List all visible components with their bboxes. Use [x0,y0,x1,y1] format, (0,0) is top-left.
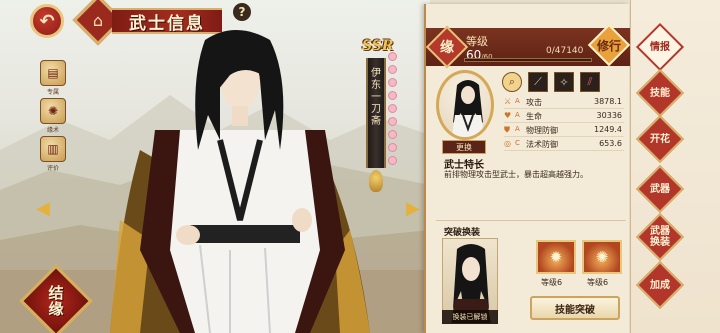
stat-row-attack: ⚔ A 攻击 3878.1 [504,96,624,109]
petal-icon [388,156,397,165]
petal-icon [388,52,397,61]
bond-label-line1: 结 [48,284,64,302]
tab-weapon-label[interactable]: 武器 [641,170,679,208]
petal-icon [388,117,397,126]
tab-info-label[interactable]: 情报 [641,28,679,66]
stat-value: 653.6 [599,139,622,148]
skill-level-1: 等级6 [541,278,563,287]
petal-icon [388,78,397,87]
costume-break-title: 突破换装 [444,228,481,238]
flame-icon: ✹ [549,248,563,266]
slash-icon[interactable]: ✧ [554,72,574,92]
stat-name: 生命 [526,112,542,121]
samurai-illustration [110,30,370,333]
star-petals [388,52,398,182]
fate-badge-label: 缘 [440,40,454,56]
bond-label-line2: 缘 [48,300,64,318]
review-label: 评价 [46,165,59,172]
exclusive-label: 专属 [46,89,59,96]
petal-icon [388,104,397,113]
sword-icon[interactable]: ⟋ [528,72,548,92]
stat-row-magic-def: ◎ C 法术防御 653.6 [504,138,624,151]
petal-icon [388,91,397,100]
portrait-illustration [451,80,485,137]
tab-skills-label[interactable]: 技能 [641,74,679,112]
fate-art-label: 缘术 [46,127,59,134]
book-icon: ▥ [47,142,59,156]
stat-name: 攻击 [526,98,542,107]
stat-value: 1249.4 [594,125,622,134]
magic-shield-icon: ◎ [504,139,511,148]
tassel-ornament [369,170,383,192]
stat-grade: C [515,139,520,147]
review-button[interactable]: ▥ [40,136,66,162]
character-portrait [436,70,494,140]
petal-icon [388,130,397,139]
attack-icon: ⚔ [504,97,512,106]
stat-row-hp: ♥ A 生命 30336 [504,110,624,123]
shield-icon: ⛊ [504,125,510,134]
exp-text: 0/47140 [546,46,584,56]
scroll-icon: ▤ [47,66,59,80]
trait-description: 前排物理攻击型武士，暴击超高越强力。 [444,170,588,179]
skill-card-1[interactable]: ✹ [536,240,576,274]
exp-bar [464,58,592,62]
back-button[interactable]: ↶ [30,4,64,38]
skill-level-2: 等级6 [587,278,609,287]
tab-weapon-skin-label[interactable]: 武器 换装 [641,218,679,256]
stat-value: 3878.1 [594,97,622,106]
stat-name: 法术防御 [526,140,558,149]
swap-button[interactable]: 更换 [442,140,486,154]
costume-unlocked-caption: 换装已解锁 [442,310,498,324]
bond-button-label[interactable]: 结 缘 [34,279,78,323]
tab-bonus-label[interactable]: 加成 [641,266,679,304]
exclusive-button[interactable]: ▤ [40,60,66,86]
stat-grade: A [515,125,520,133]
character-name: 伊东一刀斋 [371,68,381,127]
prev-character-arrow[interactable]: ◀ [36,197,50,221]
skill-card-2[interactable]: ✺ [582,240,622,274]
fate-art-button[interactable]: ✺ [40,98,66,124]
section-divider [436,220,626,221]
petal-icon [388,65,397,74]
back-arrow-icon: ↶ [39,10,55,32]
petal-icon [388,143,397,152]
skill-break-button[interactable]: 技能突破 [530,296,620,320]
search-icon[interactable]: ⌕ [502,72,522,92]
stat-row-phys-def: ⛊ A 物理防御 1249.4 [504,124,624,137]
level-label: 等级 [466,35,488,48]
equipment-row: ⌕ ⟋ ✧ ⫽ [502,72,600,92]
compass-icon: ✺ [47,104,59,118]
tab-bloom-label[interactable]: 开花 [641,120,679,158]
stat-grade: A [515,97,520,105]
info-panel: 缘 等级 60/60 0/47140 修行 更换 ⌕ ⟋ ✧ ⫽ ⚔ A 攻击 … [424,4,631,333]
flame-icon: ✺ [595,248,609,266]
stat-value: 30336 [596,111,622,120]
heart-icon: ♥ [504,111,512,120]
stat-name: 物理防御 [526,126,558,135]
claw-icon[interactable]: ⫽ [580,72,600,92]
training-button-label: 修行 [596,38,621,53]
stat-grade: A [515,111,520,119]
help-button[interactable]: ? [233,3,251,21]
